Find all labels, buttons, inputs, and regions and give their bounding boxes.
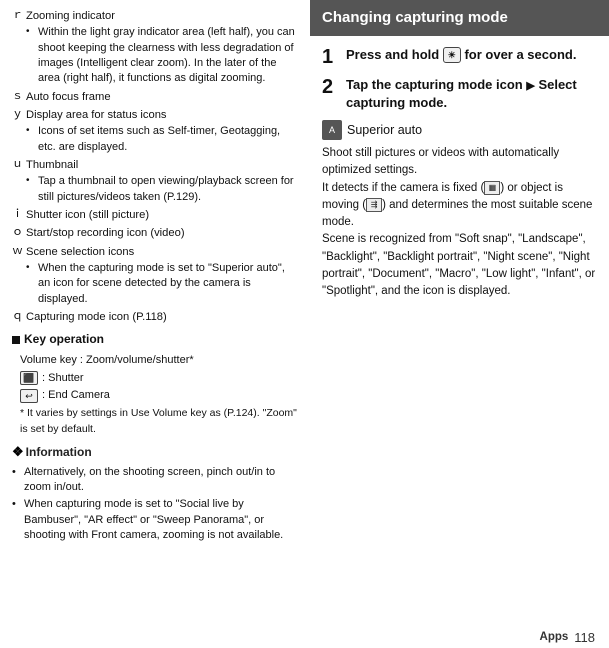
end-key-line: ↩ : End Camera [20,388,300,404]
step-2-num: 2 [322,76,340,98]
item-text-o: Start/stop recording icon (video) [26,225,300,241]
superior-auto-icon: A [322,120,342,140]
item-capturing-mode-icon: ｑ Capturing mode icon (P.118) [12,309,300,325]
volume-key-line: Volume key : Zoom/volume/shutter* [20,353,300,369]
information-section: ❖ Information • Alternatively, on the sh… [12,443,300,544]
display-area-sub: • Icons of set items such as Self-timer,… [26,124,300,155]
item-label-u: ｕ [12,157,26,205]
zooming-indicator-title: Zooming indicator [26,10,115,22]
item-text-s: Auto focus frame [26,89,300,105]
end-key-label: : End Camera [42,388,110,404]
bullet-dot-2: • [12,497,24,543]
footer: Apps 118 [0,626,609,648]
diamond-icon: ❖ [12,443,24,462]
step-1-text: Press and hold ☀ for over a second. [346,46,576,64]
item-shutter-icon: ｉ Shutter icon (still picture) [12,207,300,223]
capturing-mode-icon-title: Capturing mode icon (P.118) [26,311,167,323]
step1-text-label: Press and hold [346,47,439,62]
item-display-area: ｙ Display area for status icons • Icons … [12,107,300,155]
footer-page-num: 118 [574,630,595,645]
item-label-s: ｓ [12,89,26,105]
step2-text-label: Tap the capturing mode icon [346,77,523,92]
shutter-key-label: : Shutter [42,371,84,387]
right-column: Changing capturing mode 1 Press and hold… [310,0,609,648]
step-2-text: Tap the capturing mode icon ▶ Select cap… [346,76,597,113]
camera-button-icon: ☀ [443,47,461,63]
item-zooming-indicator: ｒ Zooming indicator • Within the light g… [12,8,300,87]
step-2-row: 2 Tap the capturing mode icon ▶ Select c… [322,76,597,113]
info-bullet-2: • When capturing mode is set to "Social … [12,497,300,543]
zooming-indicator-desc: Within the light gray indicator area (le… [38,25,300,87]
auto-focus-title: Auto focus frame [26,91,111,103]
info-bullet-text-2: When capturing mode is set to "Social li… [24,497,300,543]
item-thumbnail: ｕ Thumbnail • Tap a thumbnail to open vi… [12,157,300,205]
thumbnail-desc: Tap a thumbnail to open viewing/playback… [38,174,300,205]
left-column: ｒ Zooming indicator • Within the light g… [0,0,310,648]
superior-auto-label: Superior auto [347,121,422,139]
scene-selection-desc: When the capturing mode is set to "Super… [38,261,300,307]
item-text-q: Capturing mode icon (P.118) [26,309,300,325]
step1-suffix: for over a second. [464,47,576,62]
shutter-icon-title: Shutter icon (still picture) [26,209,149,221]
item-label-i: ｉ [12,207,26,223]
right-header-title: Changing capturing mode [322,9,508,26]
item-label-r: ｒ [12,8,26,87]
step-1-row: 1 Press and hold ☀ for over a second. [322,46,597,68]
zooming-indicator-sub: • Within the light gray indicator area (… [26,25,300,87]
info-bullet-text-1: Alternatively, on the shooting screen, p… [24,465,300,496]
description-text: Shoot still pictures or videos with auto… [322,145,597,300]
key-operation-title: Key operation [12,331,300,348]
item-text-u: Thumbnail • Tap a thumbnail to open view… [26,157,300,205]
item-recording-icon: ｏ Start/stop recording icon (video) [12,225,300,241]
volume-key-text: Volume key : Zoom/volume/shutter* [20,353,194,369]
information-title: ❖ Information [12,443,300,462]
info-bullet-1: • Alternatively, on the shooting screen,… [12,465,300,496]
item-label-q: ｑ [12,309,26,325]
recording-icon-title: Start/stop recording icon (video) [26,227,185,239]
thumbnail-title: Thumbnail [26,159,78,171]
end-key-icon: ↩ [20,389,38,403]
fixed-icon: ▦ [484,181,500,195]
superior-auto-row: A Superior auto [322,120,597,140]
moving-icon: ⇶ [366,198,382,212]
item-text-r: Zooming indicator • Within the light gra… [26,8,300,87]
arrow-icon: ▶ [526,80,534,92]
key-note: * It varies by settings in Use Volume ke… [20,406,300,436]
shutter-key-line: ⬛ : Shutter [20,371,300,387]
shutter-key-icon: ⬛ [20,371,38,385]
item-text-w: Scene selection icons • When the capturi… [26,244,300,307]
footer-apps-label: Apps [540,631,569,643]
item-label-o: ｏ [12,225,26,241]
step-1-num: 1 [322,46,340,68]
display-area-title: Display area for status icons [26,109,167,121]
item-auto-focus: ｓ Auto focus frame [12,89,300,105]
item-text-y: Display area for status icons • Icons of… [26,107,300,155]
item-text-i: Shutter icon (still picture) [26,207,300,223]
desc-end: ) and determines the most suitable scene… [322,199,595,297]
bullet-dot-1: • [12,465,24,496]
scene-selection-sub: • When the capturing mode is set to "Sup… [26,261,300,307]
right-content: 1 Press and hold ☀ for over a second. 2 … [310,36,609,648]
thumbnail-sub: • Tap a thumbnail to open viewing/playba… [26,174,300,205]
scene-selection-title: Scene selection icons [26,246,134,258]
item-label-y: ｙ [12,107,26,155]
item-scene-selection: ｗ Scene selection icons • When the captu… [12,244,300,307]
item-label-w: ｗ [12,244,26,307]
right-header: Changing capturing mode [310,0,609,36]
rect-icon [12,336,20,344]
key-operation-block: Volume key : Zoom/volume/shutter* ⬛ : Sh… [20,353,300,437]
display-area-desc: Icons of set items such as Self-timer, G… [38,124,300,155]
